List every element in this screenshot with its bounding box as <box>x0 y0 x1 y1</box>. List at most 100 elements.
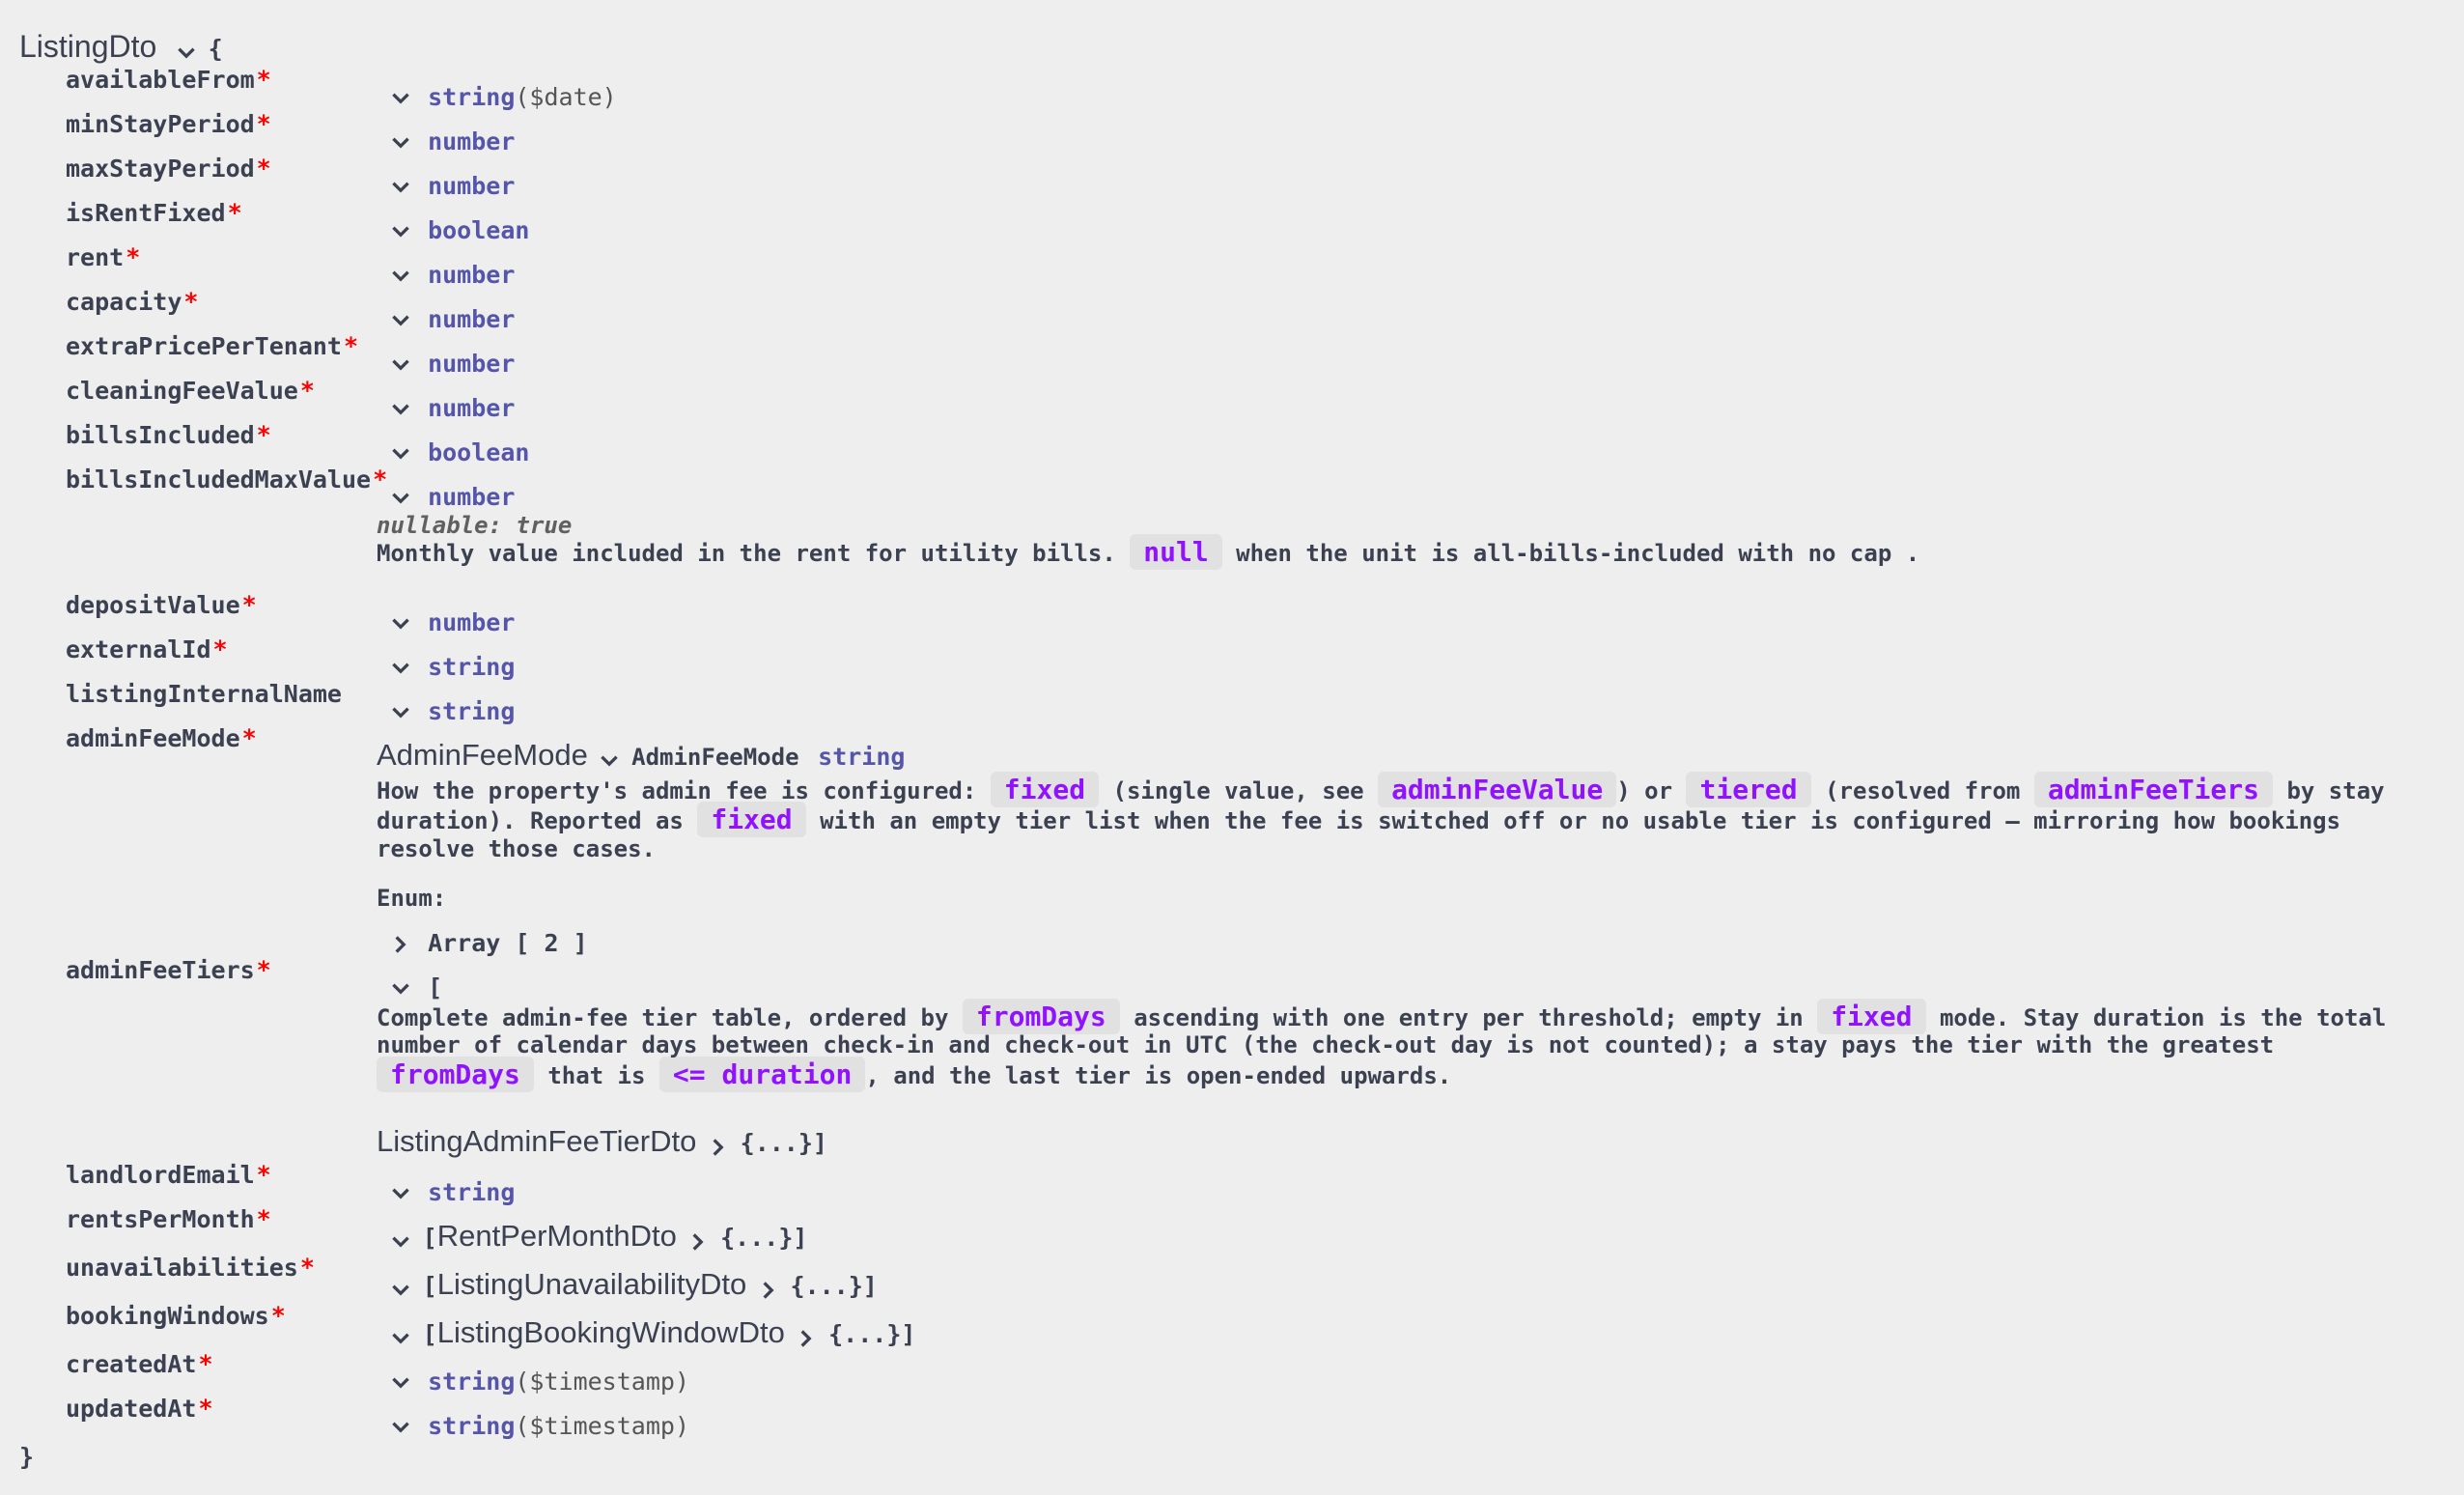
admin-fee-mode-desc-line3: resolve those cases. <box>377 835 656 862</box>
required-mark: * <box>299 1254 315 1282</box>
type-unavailabilities[interactable]: [ListingUnavailabilityDto {...}] <box>388 1267 878 1303</box>
required-mark: * <box>343 332 359 360</box>
required-mark: * <box>126 243 141 271</box>
chevron-right-icon[interactable] <box>388 932 413 957</box>
prop-minStayPeriod: minStayPeriod* <box>66 110 271 138</box>
required-mark: * <box>198 1350 213 1378</box>
unavail-model: ListingUnavailabilityDto <box>436 1267 747 1301</box>
type-maxStayPeriod[interactable]: number <box>388 172 515 200</box>
code-fixed: fixed <box>990 772 1100 807</box>
chevron-down-icon[interactable] <box>388 308 413 333</box>
chevron-down-icon[interactable] <box>388 175 413 200</box>
prop-createdAt: createdAt* <box>66 1350 213 1378</box>
enum-label: Enum: <box>377 885 447 912</box>
chevron-down-icon[interactable] <box>388 1278 413 1303</box>
type-createdAt[interactable]: string($timestamp) <box>388 1368 689 1396</box>
chevron-down-icon[interactable] <box>388 353 413 378</box>
chevron-down-icon[interactable] <box>388 1181 413 1206</box>
type-billsIncluded[interactable]: boolean <box>388 438 529 466</box>
chevron-down-icon[interactable] <box>388 130 413 155</box>
prop-maxStayPeriod: maxStayPeriod* <box>66 155 271 183</box>
type-landlordEmail[interactable]: string <box>388 1178 515 1206</box>
required-mark: * <box>256 421 271 449</box>
type-extraPricePerTenant[interactable]: number <box>388 350 515 378</box>
chevron-down-icon[interactable] <box>388 611 413 636</box>
type-minStayPeriod[interactable]: number <box>388 127 515 155</box>
code-adminFeeValue: adminFeeValue <box>1378 772 1617 807</box>
chevron-down-icon[interactable] <box>388 656 413 681</box>
required-mark: * <box>256 110 271 138</box>
admin-fee-mode-title: AdminFeeMode <box>377 738 588 772</box>
admin-fee-mode-header[interactable]: AdminFeeMode AdminFeeMode string <box>377 738 905 774</box>
chevron-down-icon[interactable] <box>388 486 413 511</box>
chevron-right-icon[interactable] <box>756 1278 781 1303</box>
model-header[interactable]: ListingDto { <box>19 29 223 66</box>
chevron-down-icon[interactable] <box>388 1229 413 1255</box>
prop-billsIncluded: billsIncluded* <box>66 421 271 449</box>
prop-adminFeeMode: adminFeeMode* <box>66 724 257 752</box>
admin-fee-mode-desc-line1: How the property's admin fee is configur… <box>377 772 2385 807</box>
type-isRentFixed[interactable]: boolean <box>388 216 529 244</box>
code-fixed: fixed <box>1817 999 1926 1034</box>
chevron-down-icon[interactable] <box>388 219 413 244</box>
chevron-down-icon[interactable] <box>388 441 413 466</box>
code-adminFeeTiers: adminFeeTiers <box>2033 772 2273 807</box>
chevron-down-icon[interactable] <box>388 264 413 289</box>
prop-externalId: externalId* <box>66 635 228 663</box>
chevron-down-icon[interactable] <box>388 1370 413 1396</box>
required-mark: * <box>227 199 242 227</box>
prop-landlordEmail: landlordEmail* <box>66 1161 271 1189</box>
required-mark: * <box>198 1395 213 1423</box>
type-updatedAt[interactable]: string($timestamp) <box>388 1412 689 1440</box>
prop-bookingWindows: bookingWindows* <box>66 1302 286 1330</box>
chevron-down-icon[interactable] <box>388 1415 413 1440</box>
close-brace: } <box>19 1443 35 1471</box>
type-capacity[interactable]: number <box>388 305 515 333</box>
code-fromDays: fromDays <box>962 999 1120 1034</box>
chevron-right-icon[interactable] <box>686 1229 711 1255</box>
code-null: null <box>1130 534 1222 570</box>
bills-description: Monthly value included in the rent for u… <box>377 534 1920 570</box>
chevron-down-icon[interactable] <box>388 700 413 725</box>
prop-billsIncludedMaxValue: billsIncludedMaxValue* <box>66 465 388 494</box>
type-listingInternalName[interactable]: string <box>388 697 515 725</box>
chevron-down-icon[interactable] <box>388 1326 413 1351</box>
enum-array-toggle[interactable]: Array [ 2 ] <box>388 929 588 957</box>
admin-fee-tiers-toggle[interactable]: [ <box>388 973 442 1001</box>
type-externalId[interactable]: string <box>388 653 515 681</box>
model-title: ListingDto <box>19 29 157 64</box>
chevron-down-icon[interactable] <box>597 748 622 774</box>
type-cleaningFeeValue[interactable]: number <box>388 394 515 422</box>
prop-isRentFixed: isRentFixed* <box>66 199 242 227</box>
chevron-down-icon[interactable] <box>388 86 413 111</box>
chevron-down-icon[interactable] <box>388 976 413 1001</box>
chevron-down-icon[interactable] <box>174 41 199 66</box>
type-bookingWindows[interactable]: [ListingBookingWindowDto {...}] <box>388 1315 915 1351</box>
admin-fee-mode-inner-name: AdminFeeMode <box>631 744 799 771</box>
admin-fee-tiers-desc-line2: number of calendar days between check-in… <box>377 1031 2275 1058</box>
chevron-down-icon[interactable] <box>388 397 413 422</box>
prop-rentsPerMonth: rentsPerMonth* <box>66 1205 271 1233</box>
code-duration: <= duration <box>658 1057 866 1092</box>
type-billsIncludedMaxValue[interactable]: number <box>388 483 515 511</box>
open-brace: { <box>208 35 223 63</box>
required-mark: * <box>183 288 199 316</box>
prop-depositValue: depositValue* <box>66 591 257 619</box>
prop-cleaningFeeValue: cleaningFeeValue* <box>66 377 315 405</box>
rents-model: RentPerMonthDto <box>436 1219 677 1253</box>
type-rentsPerMonth[interactable]: [RentPerMonthDto {...}] <box>388 1219 807 1255</box>
admin-fee-tier-item[interactable]: ListingAdminFeeTierDto {...}] <box>377 1124 827 1160</box>
required-mark: * <box>256 1161 271 1189</box>
prop-unavailabilities: unavailabilities* <box>66 1254 315 1282</box>
required-mark: * <box>256 1205 271 1233</box>
chevron-right-icon[interactable] <box>794 1326 819 1351</box>
type-rent[interactable]: number <box>388 261 515 289</box>
admin-fee-mode-type: string <box>818 743 906 771</box>
type-availableFrom[interactable]: string($date) <box>388 83 617 111</box>
prop-listingInternalName: listingInternalName <box>66 680 342 708</box>
required-mark: * <box>241 591 257 619</box>
required-mark: * <box>299 377 315 405</box>
type-depositValue[interactable]: number <box>388 608 515 636</box>
code-tiered: tiered <box>1686 772 1811 807</box>
chevron-right-icon[interactable] <box>706 1135 731 1160</box>
